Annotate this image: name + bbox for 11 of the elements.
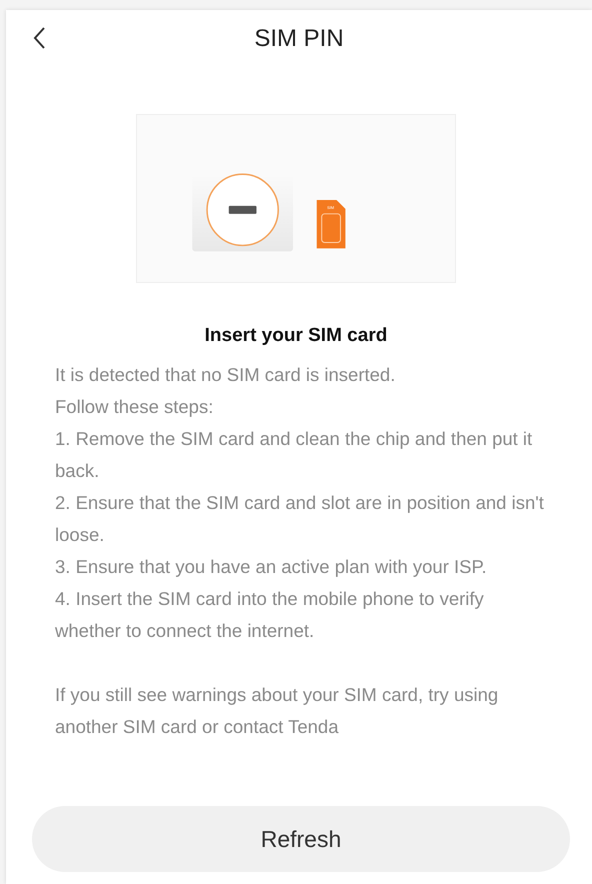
step-text: 2. Ensure that the SIM card and slot are in position and isn't loose.: [55, 491, 545, 547]
note-text: If you still see warnings about your SIM card, try using another SIM card or contact Tenda: [55, 683, 500, 739]
refresh-button[interactable]: Refresh: [32, 806, 570, 872]
intro-text: It is detected that no SIM card is inserted.: [55, 363, 396, 387]
step-text: 3. Ensure that you have an active plan with your ISP.: [55, 555, 488, 579]
section-heading: Insert your SIM card: [204, 325, 388, 347]
page-title: SIM PIN: [254, 25, 344, 53]
intro-text: Follow these steps:: [55, 395, 214, 419]
step-text: 1. Remove the SIM card and clean the chip and then put it back.: [55, 427, 534, 483]
back-icon[interactable]: [32, 26, 46, 50]
step-text: 4. Insert the SIM card into the mobile phone to verify whether to connect the internet.: [55, 587, 485, 643]
